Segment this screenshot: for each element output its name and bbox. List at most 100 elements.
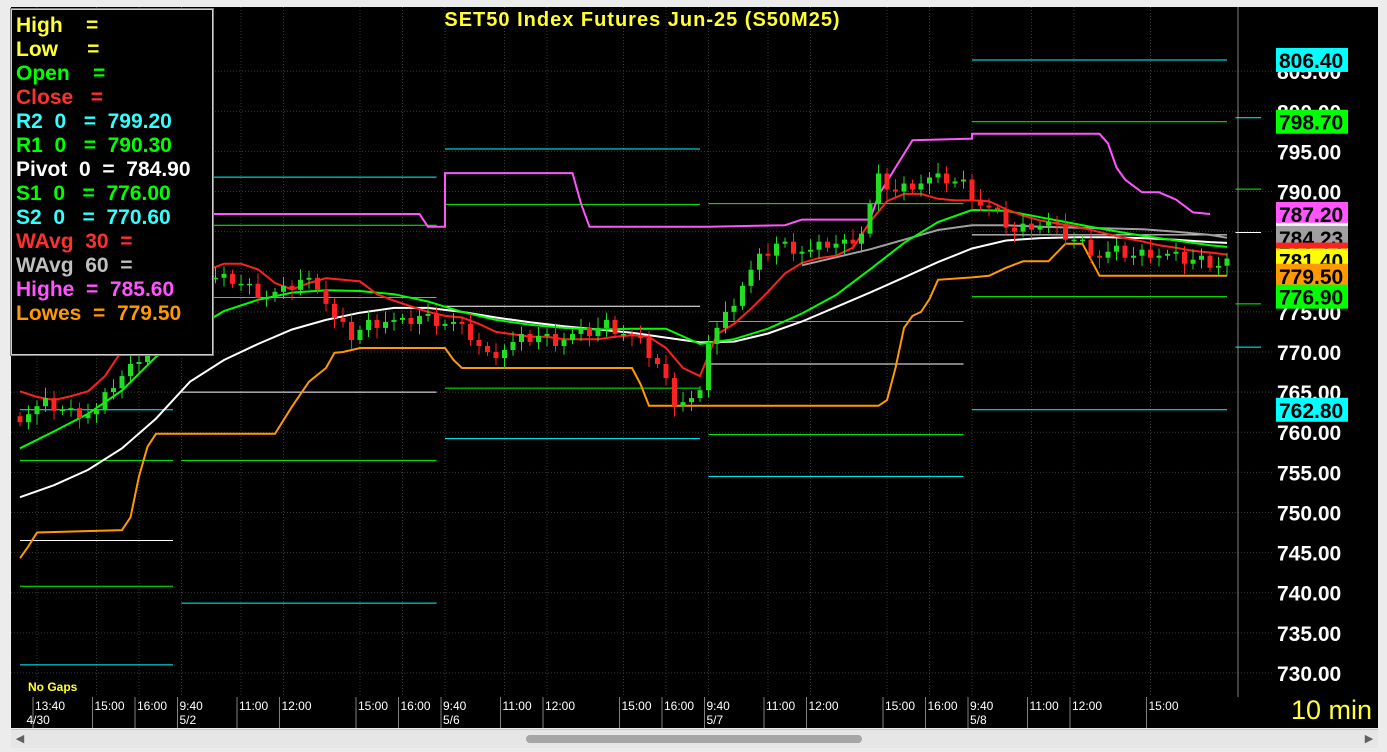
y-tick-label: 730.00 [1277, 663, 1341, 686]
candle-body [17, 416, 23, 423]
horizontal-scrollbar[interactable]: ◀ ▶ [11, 729, 1378, 748]
candle-body [748, 269, 754, 286]
candle-body [1190, 259, 1196, 264]
price-label: 776.90 [1279, 287, 1343, 310]
candle-body [706, 343, 711, 391]
candle-body [884, 173, 890, 190]
candle-body [808, 249, 813, 252]
legend-row: Lowes = 779.50 [16, 302, 182, 325]
candle-body [1105, 251, 1111, 258]
candle-body [502, 349, 507, 359]
candle-body [493, 352, 499, 359]
candle-body [221, 273, 227, 278]
candle-body [102, 392, 108, 411]
candle-body [476, 339, 482, 346]
candle-body [255, 283, 261, 298]
candle-body [655, 358, 660, 365]
y-tick-label: 755.00 [1277, 462, 1341, 485]
candle-body [238, 283, 244, 286]
legend-row: R1 0 = 790.30 [16, 134, 172, 157]
y-tick-label: 760.00 [1277, 422, 1341, 445]
x-time-label: 16:00 [928, 699, 958, 713]
price-axis[interactable]: 730.00 735.00 740.00 745.00 750.00 755.00 760.… [1274, 7, 1378, 697]
series-line-highe [181, 132, 1211, 228]
candle-body [519, 333, 524, 342]
candle-body [961, 179, 966, 182]
candle-body [1097, 255, 1102, 258]
candle-body [782, 241, 788, 244]
x-time-label: 15:00 [622, 699, 652, 713]
price-label: 762.80 [1279, 400, 1343, 423]
candle-body [689, 398, 694, 403]
candle-body [612, 319, 618, 334]
y-tick-label: 735.00 [1277, 623, 1341, 646]
y-tick-label: 740.00 [1277, 583, 1341, 606]
candle-body [417, 315, 422, 324]
x-time-label: 12:00 [809, 699, 839, 713]
x-time-label: 9:40 [180, 699, 204, 713]
candle-body [366, 319, 371, 330]
time-axis[interactable]: 13:40 15:00 16:00 9:40 11:00 12:00 15:00 16:00 9… [11, 697, 1274, 728]
x-time-label: 13:40 [35, 699, 65, 713]
interval-label: 10 min [1290, 695, 1372, 725]
x-time-label: 15:00 [1149, 699, 1179, 713]
candle-body [629, 333, 635, 336]
candle-body [867, 203, 873, 234]
candle-body [1037, 225, 1043, 230]
scroll-left-arrow-icon[interactable]: ◀ [13, 732, 27, 746]
no-gaps-label: No Gaps [28, 680, 78, 694]
scroll-right-arrow-icon[interactable]: ▶ [1362, 732, 1376, 746]
candle-body [357, 329, 363, 340]
legend-row: S2 0 = 770.60 [16, 206, 171, 229]
candle-body [468, 323, 473, 340]
candle-body [485, 345, 490, 352]
candle-body [391, 319, 397, 322]
x-time-label: 9:40 [970, 699, 994, 713]
candle-body [1054, 221, 1060, 224]
candle-body [425, 313, 431, 316]
candle-body [995, 207, 1000, 210]
candle-body [332, 303, 337, 318]
candle-body [638, 335, 643, 338]
candle-body [315, 277, 320, 290]
x-time-label: 11:00 [1030, 699, 1059, 713]
candle-body [1156, 255, 1162, 258]
candle-body [723, 311, 728, 328]
data-window-legend[interactable]: High = Low = Open = Close = R2 0 = 799.20 R1 … [11, 9, 213, 355]
candle-body [1080, 239, 1085, 242]
legend-row: S1 0 = 776.00 [16, 182, 171, 205]
candle-body [94, 410, 99, 415]
candle-body [264, 297, 269, 300]
candle-body [26, 414, 31, 423]
candle-body [1063, 223, 1068, 240]
candle-body [587, 327, 592, 336]
candle-body [1199, 255, 1204, 260]
x-time-label: 16:00 [401, 699, 431, 713]
candle-body [383, 321, 388, 328]
candle-body [281, 285, 286, 292]
candle-body [1029, 223, 1034, 230]
candle-body [799, 251, 805, 254]
candle-body [740, 285, 745, 306]
y-tick-label: 750.00 [1277, 502, 1341, 525]
candle-body [34, 406, 40, 415]
candle-body [434, 313, 439, 326]
candle-body [298, 279, 303, 290]
candle-body [969, 179, 975, 200]
candle-body [1046, 221, 1051, 226]
price-plot-area[interactable]: SET50 Index Futures Jun-25 (S50M25) High… [11, 7, 1274, 697]
candle-body [986, 205, 992, 208]
candle-body [765, 253, 771, 256]
interval-box: 10 min [1274, 695, 1378, 728]
candle-body [553, 333, 558, 346]
legend-row: Pivot 0 = 784.90 [16, 158, 191, 181]
legend-row: R2 0 = 799.20 [16, 110, 172, 133]
scrollbar-thumb[interactable] [526, 735, 862, 743]
candle-body [136, 362, 142, 365]
candle-body [60, 409, 65, 411]
candle-body [910, 183, 915, 190]
candle-body [1071, 239, 1077, 242]
candle-body [791, 241, 796, 254]
x-time-label: 15:00 [95, 699, 125, 713]
candle-body [230, 273, 235, 284]
